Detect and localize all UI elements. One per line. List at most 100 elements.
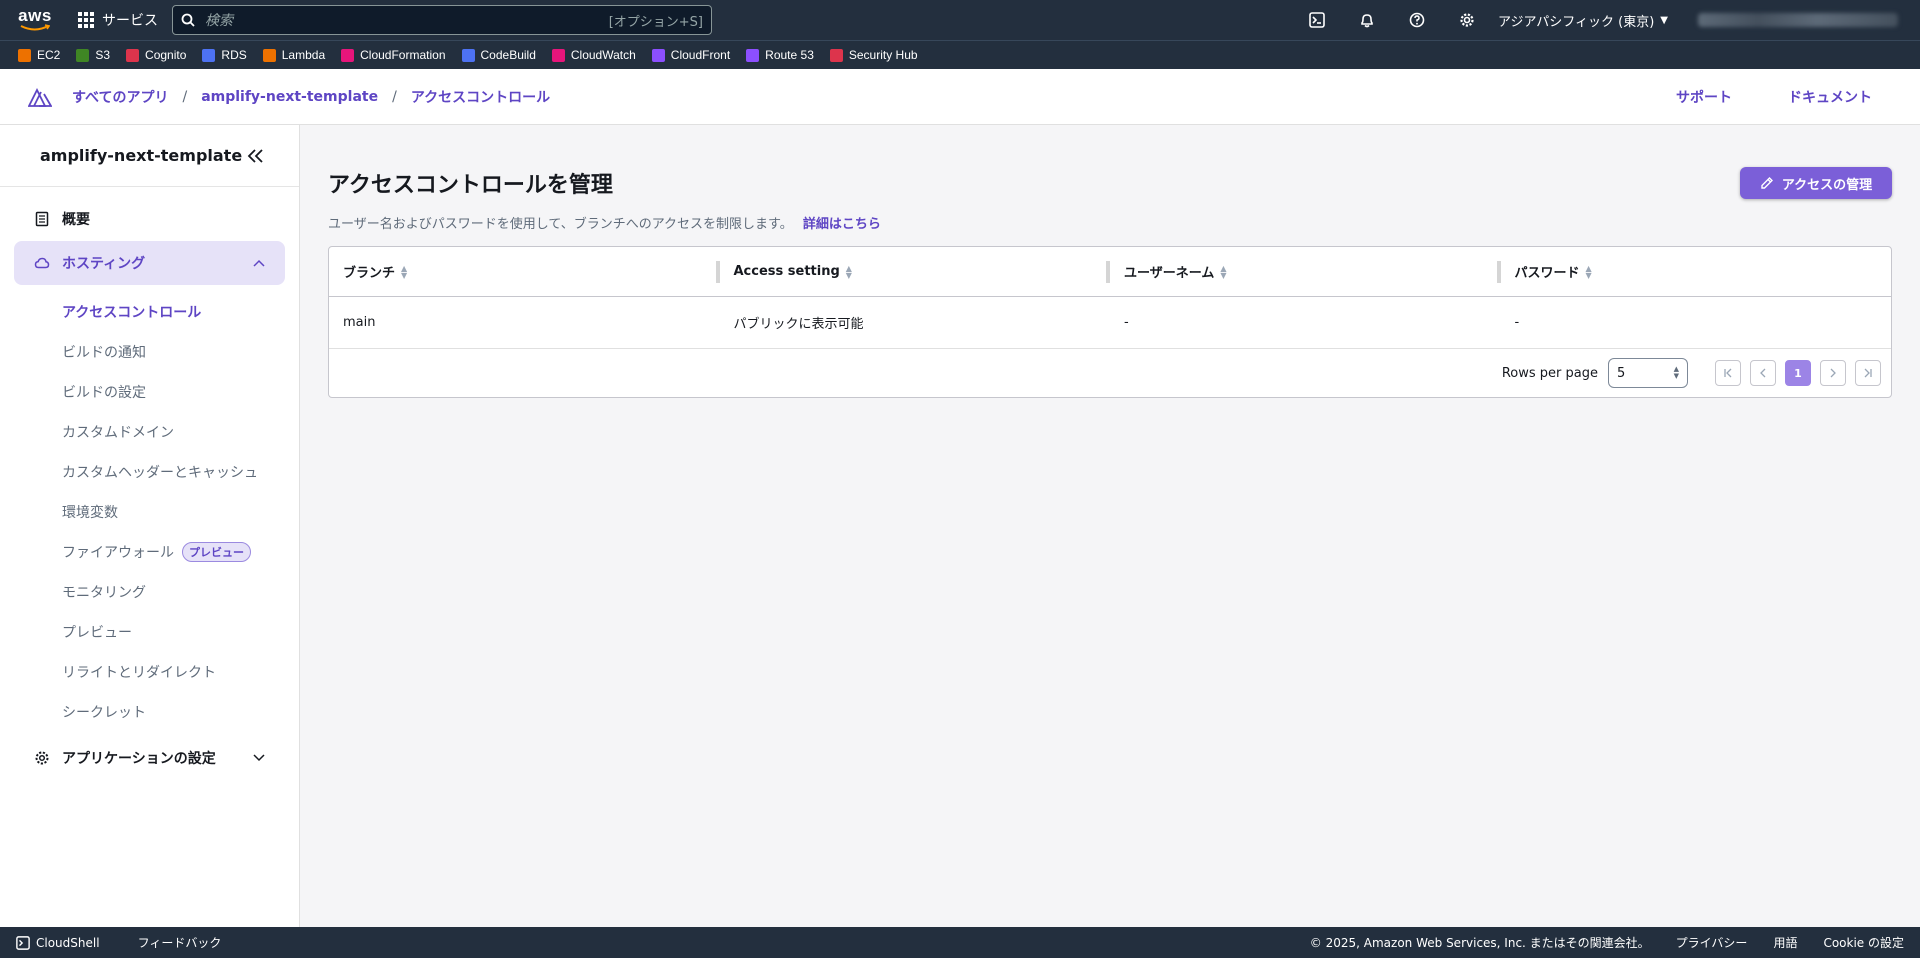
feedback-link[interactable]: フィードバック xyxy=(138,934,222,951)
favorite-label: Route 53 xyxy=(765,48,814,62)
favorite-item[interactable]: Security Hub xyxy=(829,48,918,62)
favorite-item[interactable]: CloudFormation xyxy=(341,48,446,62)
sidebar-subitem-env-vars[interactable]: 環境変数 xyxy=(0,492,299,532)
page-description-text: ユーザー名およびパスワードを使用して、ブランチへのアクセスを制限します。 xyxy=(328,217,793,232)
column-header-label: ユーザーネーム xyxy=(1124,266,1215,281)
favorite-item[interactable]: CodeBuild xyxy=(461,48,536,62)
sidebar-subitem-custom-domains[interactable]: カスタムドメイン xyxy=(0,412,299,452)
services-menu[interactable]: サービス xyxy=(78,10,158,30)
terminal-icon xyxy=(1309,12,1325,28)
cloudshell-footer-button[interactable]: CloudShell xyxy=(16,936,100,950)
sidebar-subitem-label: ファイアウォール xyxy=(62,545,174,561)
sort-icon: ▲ ▼ xyxy=(1585,263,1592,280)
sidebar-subitem-secrets[interactable]: シークレット xyxy=(0,692,299,732)
console-footer: CloudShell フィードバック © 2025, Amazon Web Se… xyxy=(0,927,1920,958)
sidebar-item-label: ホスティング xyxy=(62,256,146,272)
cookie-settings-link[interactable]: Cookie の設定 xyxy=(1823,934,1904,951)
favorite-label: S3 xyxy=(95,48,111,62)
cloudshell-button[interactable] xyxy=(1292,0,1342,40)
favorite-item[interactable]: EC2 xyxy=(18,48,60,62)
last-page-button[interactable] xyxy=(1855,360,1881,386)
sidebar-item-hosting[interactable]: ホスティング xyxy=(14,241,285,285)
account-menu[interactable] xyxy=(1698,13,1898,27)
sidebar-subitem-build-settings[interactable]: ビルドの設定 xyxy=(0,372,299,412)
sort-icon: ▲ ▼ xyxy=(401,263,408,280)
terminal-icon xyxy=(16,935,30,950)
column-header-branch[interactable]: ブランチ ▲ ▼ xyxy=(329,247,720,296)
grid-icon xyxy=(78,12,94,28)
manage-access-button[interactable]: アクセスの管理 xyxy=(1740,167,1892,199)
column-header-access-setting[interactable]: Access setting ▲ ▼ xyxy=(720,247,1110,296)
aws-smile-icon xyxy=(20,24,50,31)
security-hub-icon xyxy=(829,48,843,62)
help-button[interactable] xyxy=(1392,0,1442,40)
search-input[interactable]: 検索 [オプション+S] xyxy=(172,5,712,35)
sidebar-app-title: amplify-next-template xyxy=(40,146,243,165)
bell-icon xyxy=(1361,14,1373,28)
next-page-button[interactable] xyxy=(1820,360,1846,386)
prev-page-button[interactable] xyxy=(1750,360,1776,386)
amplify-logo-icon[interactable] xyxy=(28,87,52,107)
column-header-username[interactable]: ユーザーネーム ▲ ▼ xyxy=(1110,247,1501,296)
region-label: アジアパシフィック (東京) xyxy=(1498,14,1655,30)
favorite-item[interactable]: RDS xyxy=(202,48,247,62)
sidebar-subitem-access-control[interactable]: アクセスコントロール xyxy=(0,292,299,332)
notifications-button[interactable] xyxy=(1342,0,1392,40)
column-header-password[interactable]: パスワード ▲ ▼ xyxy=(1501,247,1892,296)
breadcrumb-current[interactable]: アクセスコントロール xyxy=(411,87,550,107)
chevron-right-icon xyxy=(1830,368,1836,378)
sidebar-item-app-settings[interactable]: アプリケーションの設定 xyxy=(0,736,299,780)
breadcrumb-separator: / xyxy=(392,88,397,105)
page-button-current[interactable]: 1 xyxy=(1785,360,1811,386)
sidebar-header: amplify-next-template xyxy=(0,125,299,187)
aws-logo-text: aws xyxy=(18,6,52,25)
sidebar-item-label: アプリケーションの設定 xyxy=(62,751,216,767)
first-page-button[interactable] xyxy=(1715,360,1741,386)
sidebar-subitem-rewrites[interactable]: リライトとリダイレクト xyxy=(0,652,299,692)
rows-per-page-select[interactable]: 5 ▲ ▼ xyxy=(1608,358,1688,388)
sidebar-subitem-firewall[interactable]: ファイアウォール プレビュー xyxy=(0,532,299,572)
sort-icon: ▲ ▼ xyxy=(1220,263,1227,280)
breadcrumb: すべてのアプリ / amplify-next-template / アクセスコン… xyxy=(72,87,550,107)
column-header-label: ブランチ xyxy=(343,266,396,281)
table-row[interactable]: main パブリックに表示可能 - - xyxy=(329,297,1891,349)
favorite-label: CloudFormation xyxy=(360,48,446,62)
cloudformation-icon xyxy=(341,48,355,62)
table-cell: パブリックに表示可能 xyxy=(733,317,864,332)
sidebar-item-overview[interactable]: 概要 xyxy=(0,197,299,241)
aws-logo[interactable]: aws xyxy=(18,6,52,32)
favorite-label: Cognito xyxy=(145,48,187,62)
breadcrumb-all-apps[interactable]: すべてのアプリ xyxy=(72,87,168,107)
rds-icon xyxy=(202,48,216,62)
sort-icon: ▲ ▼ xyxy=(845,263,852,280)
favorite-item[interactable]: Cognito xyxy=(126,48,186,62)
support-link[interactable]: サポート xyxy=(1676,87,1732,107)
favorite-item[interactable]: Route 53 xyxy=(746,48,814,62)
region-selector[interactable]: アジアパシフィック (東京) ▼ xyxy=(1498,11,1668,30)
chevron-down-icon xyxy=(253,754,265,762)
favorite-item[interactable]: CloudFront xyxy=(651,48,730,62)
gear-icon xyxy=(35,751,49,765)
favorite-label: EC2 xyxy=(37,48,61,62)
learn-more-link[interactable]: 詳細はこちら xyxy=(803,217,881,232)
codebuild-icon xyxy=(461,48,475,62)
caret-down-icon: ▼ xyxy=(1660,14,1668,26)
cognito-icon xyxy=(126,48,140,62)
docs-link[interactable]: ドキュメント xyxy=(1788,87,1872,107)
sidebar-subitem-monitoring[interactable]: モニタリング xyxy=(0,572,299,612)
breadcrumb-app[interactable]: amplify-next-template xyxy=(201,89,378,105)
sidebar-subitem-custom-headers[interactable]: カスタムヘッダーとキャッシュ xyxy=(0,452,299,492)
sidebar-subitem-build-notifications[interactable]: ビルドの通知 xyxy=(0,332,299,372)
sidebar-subitem-previews[interactable]: プレビュー xyxy=(0,612,299,652)
terms-link[interactable]: 用語 xyxy=(1773,934,1797,951)
favorite-label: Lambda xyxy=(281,48,326,62)
services-label: サービス xyxy=(102,13,158,29)
collapse-sidebar-icon[interactable] xyxy=(247,148,265,164)
table-cell: main xyxy=(343,315,376,330)
favorite-item[interactable]: CloudWatch xyxy=(551,48,636,62)
settings-button[interactable] xyxy=(1442,0,1492,40)
privacy-link[interactable]: プライバシー xyxy=(1676,934,1748,951)
favorite-item[interactable]: Lambda xyxy=(262,48,326,62)
last-page-icon xyxy=(1864,368,1872,378)
favorite-item[interactable]: S3 xyxy=(76,48,110,62)
